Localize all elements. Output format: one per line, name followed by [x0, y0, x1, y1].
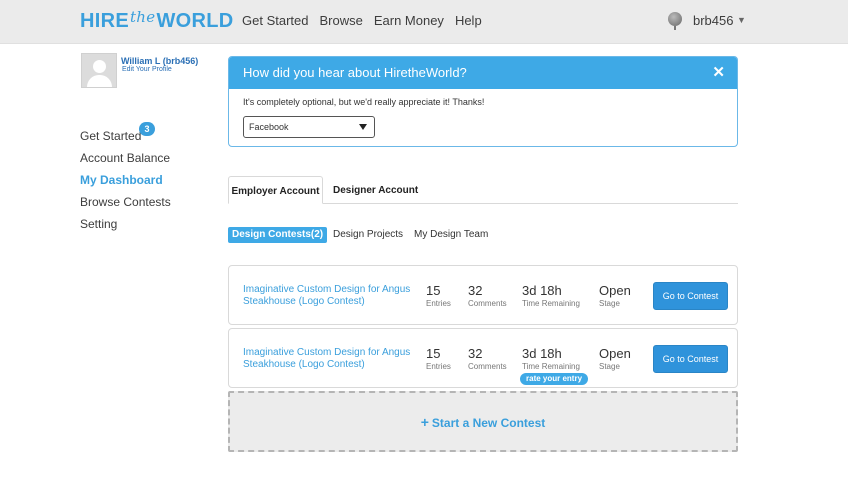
sidebar-item-my-dashboard[interactable]: My Dashboard [80, 173, 163, 187]
plus-icon: + [420, 414, 429, 430]
contest-card: Imaginative Custom Design for Angus Stea… [228, 328, 738, 388]
nav-get-started[interactable]: Get Started [242, 13, 308, 28]
globe-icon[interactable] [668, 12, 682, 30]
nav-help[interactable]: Help [455, 13, 482, 28]
edit-profile-link[interactable]: Edit Your Profile [122, 66, 172, 73]
survey-header: How did you hear about HiretheWorld? ✕ [229, 57, 737, 89]
avatar-head [93, 60, 106, 73]
logo-hire: HIRE [80, 10, 129, 32]
sidebar-item-get-started[interactable]: Get Started [80, 129, 141, 143]
time-remaining-value: 3d 18h [522, 283, 562, 298]
time-remaining-label: Time Remaining [522, 362, 580, 371]
tab-design-contests[interactable]: Design Contests(2) [228, 227, 328, 243]
sidebar-item-account-balance[interactable]: Account Balance [80, 151, 170, 165]
close-icon[interactable]: ✕ [712, 63, 725, 81]
user-menu[interactable]: brb456 [693, 13, 733, 28]
profile-name[interactable]: William L (brb456) [121, 56, 198, 66]
dropdown-caret-icon [359, 124, 367, 130]
comments-label: Comments [468, 362, 507, 371]
get-started-count-badge: 3 [139, 122, 155, 136]
logo-world: WORLD [156, 10, 234, 32]
hiretheworld-logo[interactable]: HIREtheWORLD [80, 8, 234, 33]
avatar[interactable] [81, 53, 117, 88]
stage-label: Stage [599, 362, 620, 371]
sidebar-item-browse-contests[interactable]: Browse Contests [80, 195, 171, 209]
contest-title-link[interactable]: Imaginative Custom Design for Angus Stea… [243, 284, 423, 308]
start-new-contest-button[interactable]: + Start a New Contest [228, 391, 738, 452]
stage-value: Open [599, 346, 631, 361]
go-to-contest-button[interactable]: Go to Contest [653, 282, 728, 310]
comments-count: 32 [468, 346, 483, 361]
comments-count: 32 [468, 283, 483, 298]
referral-source-value: Facebook [249, 122, 289, 132]
start-new-contest-text: Start a New Contest [431, 416, 546, 430]
avatar-body [87, 75, 112, 87]
contest-title-link[interactable]: Imaginative Custom Design for Angus Stea… [243, 347, 423, 371]
nav-earn-money[interactable]: Earn Money [374, 13, 444, 28]
stage-label: Stage [599, 299, 620, 308]
account-tabs: Employer Account Designer Account [228, 176, 738, 204]
chevron-down-icon[interactable]: ▼ [737, 15, 746, 25]
comments-label: Comments [468, 299, 507, 308]
survey-description: It's completely optional, but we'd reall… [243, 97, 485, 107]
go-to-contest-button[interactable]: Go to Contest [653, 345, 728, 373]
logo-the: the [129, 8, 156, 26]
tab-employer-account[interactable]: Employer Account [228, 176, 323, 204]
time-remaining-label: Time Remaining [522, 299, 580, 308]
stage-value: Open [599, 283, 631, 298]
start-new-contest-label: + Start a New Contest [230, 414, 736, 430]
entries-count: 15 [426, 283, 441, 298]
referral-survey-panel: How did you hear about HiretheWorld? ✕ I… [228, 56, 738, 147]
time-remaining-value: 3d 18h [522, 346, 562, 361]
tab-designer-account[interactable]: Designer Account [333, 176, 418, 204]
contest-card: Imaginative Custom Design for Angus Stea… [228, 265, 738, 325]
top-navigation-bar: HIREtheWORLD Get Started Browse Earn Mon… [0, 0, 848, 44]
main-nav: Get Started Browse Earn Money Help [242, 13, 493, 28]
entries-label: Entries [426, 299, 451, 308]
entries-count: 15 [426, 346, 441, 361]
sidebar-item-setting[interactable]: Setting [80, 217, 117, 231]
survey-title: How did you hear about HiretheWorld? [243, 65, 467, 80]
referral-source-select[interactable]: Facebook [243, 116, 375, 138]
tab-design-projects[interactable]: Design Projects [333, 227, 403, 243]
nav-browse[interactable]: Browse [319, 13, 362, 28]
rate-your-entry-badge[interactable]: rate your entry [520, 373, 589, 385]
entries-label: Entries [426, 362, 451, 371]
tab-my-design-team[interactable]: My Design Team [414, 227, 488, 243]
